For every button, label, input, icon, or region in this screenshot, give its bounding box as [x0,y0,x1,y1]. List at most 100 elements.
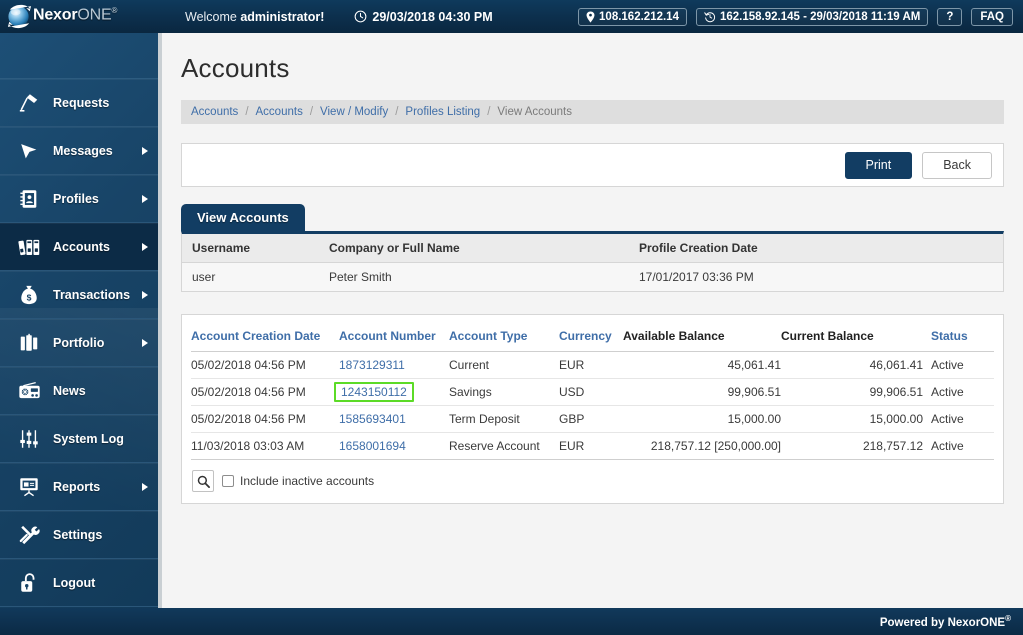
brand-registered-mark: ® [111,6,118,15]
profile-panel: Username Company or Full Name Profile Cr… [181,231,1004,292]
tools-icon [14,524,44,546]
profile-full-name: Peter Smith [329,262,639,291]
header-right-group: 108.162.212.14 162.158.92.145 - 29/03/20… [578,7,1023,26]
account-creation-date: 05/02/2018 04:56 PM [191,378,339,406]
account-number-link[interactable]: 1658001694 [339,439,406,453]
account-creation-date: 11/03/2018 03:03 AM [191,432,339,460]
account-number-link[interactable]: 1873129311 [339,358,405,372]
table-row: 05/02/2018 04:56 PM 1585693401 Term Depo… [191,405,994,433]
available-balance: 45,061.41 [623,351,781,379]
back-button[interactable]: Back [922,151,992,179]
footer-registered-mark: ® [1005,614,1011,624]
sidebar-item-reports[interactable]: Reports [0,463,158,511]
sidebar-label-logout: Logout [53,576,96,590]
accounts-col-account-number[interactable]: Account Number [339,325,449,352]
breadcrumb-separator: / [395,106,399,118]
sidebar-item-transactions[interactable]: $ Transactions [0,271,158,319]
accounts-col-status[interactable]: Status [931,325,994,352]
available-balance: 15,000.00 [623,405,781,433]
sidebar-label-portfolio: Portfolio [53,336,105,350]
page-title: Accounts [181,53,290,83]
account-currency: EUR [559,351,623,379]
help-button[interactable]: ? [937,7,963,26]
svg-text:$: $ [27,292,32,302]
table-row: 11/03/2018 03:03 AM 1658001694 Reserve A… [191,432,994,460]
breadcrumb-item-2[interactable]: View / Modify [320,106,388,118]
sidebar-label-settings: Settings [53,528,103,542]
accounts-col-account-type[interactable]: Account Type [449,325,559,352]
sidebar-label-system-log: System Log [53,432,124,446]
print-button[interactable]: Print [844,151,913,179]
sidebar-label-news: News [53,384,86,398]
account-currency: GBP [559,405,623,433]
accounts-col-currency[interactable]: Currency [559,325,623,352]
account-type: Current [449,351,559,379]
chevron-right-icon [142,339,148,347]
sidebar-item-portfolio[interactable]: Portfolio [0,319,158,367]
chevron-right-icon [142,243,148,251]
accounts-panel: Account Creation Date Account Number Acc… [181,314,1004,504]
chevron-right-icon [142,291,148,299]
account-creation-date: 05/02/2018 04:56 PM [191,405,339,433]
profile-table-row: user Peter Smith 17/01/2017 03:36 PM [182,262,1003,291]
sidebar-item-news[interactable]: News [0,367,158,415]
sidebar-item-requests[interactable]: Requests [0,79,158,127]
sidebar-label-requests: Requests [53,96,110,110]
header-datetime: 29/03/2018 04:30 PM [354,10,493,24]
presentation-icon [14,476,44,498]
include-inactive-checkbox[interactable] [222,475,234,487]
search-button[interactable] [192,470,214,492]
accounts-col-creation-date[interactable]: Account Creation Date [191,325,339,352]
address-book-icon [14,188,44,210]
sidebar-item-logout[interactable]: Logout [0,559,158,607]
sidebar-item-system-log[interactable]: System Log [0,415,158,463]
main-content: Accounts Accounts / Accounts / View / Mo… [162,33,1023,608]
top-header-bar: NexorONE® Welcome administrator! 29/03/2… [0,0,1023,33]
footer-powered-by: Powered by NexorONE® [880,614,1011,629]
brand-name-bold: Nexor [33,6,78,24]
breadcrumb-separator: / [309,106,314,118]
help-label: ? [946,10,954,23]
breadcrumb-item-3[interactable]: Profiles Listing [405,106,480,118]
current-balance: 15,000.00 [781,405,931,433]
footer-text-label: Powered by NexorONE [879,616,1006,629]
faq-button[interactable]: FAQ [971,7,1013,26]
sidebar-item-accounts[interactable]: Accounts [0,223,158,271]
briefcase-icon [14,332,44,354]
sidebar-top-spacer [0,33,158,79]
table-row: 05/02/2018 04:56 PM 1243150112 Savings U… [191,378,994,406]
status-badge: Active [931,351,994,379]
brand-name-light: ONE [77,6,112,24]
breadcrumb-item-1[interactable]: Accounts [256,106,303,118]
sidebar-item-settings[interactable]: Settings [0,511,158,559]
sidebar-item-messages[interactable]: Messages [0,127,158,175]
page-footer: Powered by NexorONE® [0,608,1023,635]
account-number-link[interactable]: 1585693401 [339,412,406,426]
money-bag-icon: $ [14,284,44,306]
breadcrumb-item-0[interactable]: Accounts [191,106,238,118]
account-type: Savings [449,378,559,406]
account-number-cell: 1658001694 [339,432,449,460]
accounts-table: Account Creation Date Account Number Acc… [191,325,994,460]
tab-view-accounts[interactable]: View Accounts [181,204,305,231]
main-sidebar: Requests Messages Profiles Accounts $ Tr… [0,33,160,608]
sliders-icon [14,428,44,450]
radio-icon [14,381,44,401]
current-ip-text: 108.162.212.14 [599,10,679,23]
sphere-swoosh-logo-icon [7,4,32,29]
account-currency: USD [559,378,623,406]
accounts-table-footer: Include inactive accounts [191,460,994,494]
account-number-link[interactable]: 1243150112 [341,385,407,399]
welcome-message: Welcome administrator! [185,10,324,24]
brand-logo[interactable]: NexorONE® [0,0,163,33]
sidebar-item-profiles[interactable]: Profiles [0,175,158,223]
current-balance: 99,906.51 [781,378,931,406]
account-currency: EUR [559,432,623,460]
status-badge: Active [931,378,994,406]
profile-table: Username Company or Full Name Profile Cr… [182,234,1003,291]
faq-label: FAQ [980,10,1004,23]
account-number-cell: 1585693401 [339,405,449,433]
welcome-prefix: Welcome [185,9,241,24]
include-inactive-checkbox-wrapper[interactable]: Include inactive accounts [222,474,374,488]
table-row: 05/02/2018 04:56 PM 1873129311 Current E… [191,351,994,379]
